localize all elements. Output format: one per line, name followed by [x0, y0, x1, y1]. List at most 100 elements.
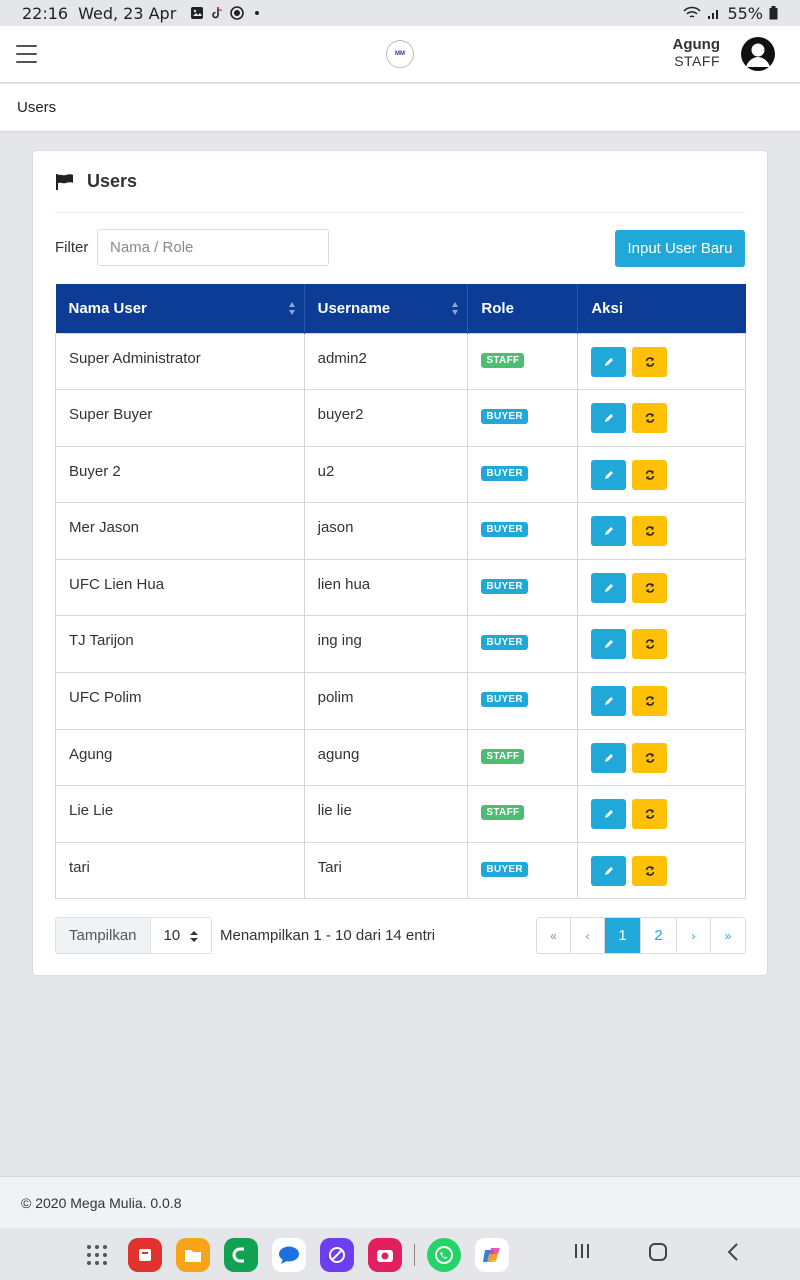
reset-password-button[interactable] [632, 686, 668, 717]
table-row: TJ Tarijon ing ing BUYER [55, 615, 746, 674]
table-row: Super Buyer buyer2 BUYER [55, 389, 746, 447]
cell-nama-user: Buyer 2 [55, 445, 305, 504]
cell-nama-user: TJ Tarijon [55, 615, 305, 674]
recent-apps-icon[interactable] [573, 1242, 591, 1260]
card-header: Users [55, 171, 137, 192]
cell-role: STAFF [467, 728, 579, 787]
user-info[interactable]: Agung STAFF [673, 36, 720, 70]
column-header-nama-user[interactable]: Nama User [55, 284, 305, 333]
files-app-icon[interactable] [176, 1238, 210, 1272]
edit-button[interactable] [591, 572, 627, 603]
hamburger-menu-icon[interactable] [16, 45, 37, 63]
edit-button[interactable] [591, 855, 627, 886]
status-date: Wed, 23 Apr [78, 3, 177, 23]
cell-aksi [577, 841, 746, 900]
cell-username: jason [303, 502, 469, 560]
cell-role: BUYER [467, 389, 579, 447]
pencil-icon [604, 697, 613, 706]
cell-username: admin2 [303, 332, 469, 391]
pencil-icon [604, 414, 613, 423]
cell-nama-user: Lie Lie [55, 785, 305, 843]
user-avatar-icon[interactable] [741, 37, 775, 71]
android-nav-bar [0, 1228, 800, 1280]
reset-password-button[interactable] [632, 629, 668, 660]
dot-icon [255, 11, 260, 15]
browser-app-icon[interactable] [320, 1238, 354, 1272]
reset-password-button[interactable] [632, 346, 668, 377]
cell-aksi [577, 332, 746, 391]
copilot-app-icon[interactable] [475, 1238, 509, 1272]
cell-aksi [577, 558, 746, 617]
edit-button[interactable] [591, 346, 627, 377]
pagination: « ‹ 1 2 › » [536, 917, 746, 954]
pencil-icon [604, 753, 613, 762]
input-user-baru-button[interactable]: Input User Baru [615, 230, 745, 267]
flag-icon [56, 173, 73, 190]
edit-button[interactable] [591, 516, 627, 547]
cell-nama-user: Agung [55, 728, 305, 787]
reset-password-button[interactable] [632, 799, 668, 830]
table-row: Lie Lie lie lie STAFF [55, 785, 746, 843]
column-header-username[interactable]: Username [304, 284, 469, 333]
messages-app-icon[interactable] [272, 1238, 306, 1272]
edit-button[interactable] [591, 799, 627, 830]
user-name: Agung [672, 36, 720, 53]
page-size-select[interactable]: 10 [150, 918, 211, 953]
role-badge: BUYER [481, 465, 528, 481]
refresh-icon [645, 526, 655, 536]
top-navbar: MM Agung STAFF [0, 26, 800, 83]
page-button-1[interactable]: 1 [605, 918, 641, 953]
status-bar: 22:16 Wed, 23 Apr 55% [0, 0, 800, 26]
page-size-value: 10 [163, 927, 181, 944]
cell-nama-user: UFC Lien Hua [55, 558, 305, 617]
reset-password-button[interactable] [632, 516, 668, 547]
edit-button[interactable] [591, 403, 627, 434]
reset-password-button[interactable] [632, 459, 668, 490]
role-badge: STAFF [481, 805, 525, 821]
page-button-2[interactable]: 2 [641, 918, 677, 953]
battery-percent: 55% [727, 3, 763, 23]
edit-button[interactable] [591, 686, 627, 717]
cell-nama-user: Super Buyer [55, 389, 305, 447]
next-page-button[interactable]: › [677, 918, 711, 953]
last-page-button[interactable]: » [711, 918, 745, 953]
card-title: Users [87, 171, 138, 191]
footer-text: © 2020 Mega Mulia. 0.0.8 [21, 1195, 182, 1211]
filter-label: Filter [55, 239, 89, 256]
camera-app-icon[interactable] [368, 1238, 402, 1272]
cell-aksi [577, 615, 746, 674]
pencil-icon [604, 640, 613, 649]
back-icon[interactable] [726, 1242, 740, 1262]
prev-page-button[interactable]: ‹ [571, 918, 605, 953]
role-badge: BUYER [481, 635, 528, 651]
battery-icon [769, 6, 778, 20]
cell-username: polim [303, 672, 469, 730]
notes-app-icon[interactable] [128, 1238, 162, 1272]
role-badge: STAFF [481, 748, 525, 764]
cell-nama-user: Mer Jason [55, 502, 305, 560]
cell-nama-user: Super Administrator [55, 332, 305, 391]
reset-password-button[interactable] [632, 403, 668, 434]
column-header-label: Nama User [68, 299, 147, 317]
breadcrumb: Users [0, 84, 800, 132]
home-icon[interactable] [648, 1242, 668, 1262]
reset-password-button[interactable] [632, 572, 668, 603]
app-drawer-icon[interactable] [80, 1238, 114, 1272]
cell-username: u2 [303, 445, 469, 504]
column-header-aksi: Aksi [577, 284, 746, 333]
edit-button[interactable] [591, 459, 627, 490]
role-badge: BUYER [481, 409, 528, 425]
brand-logo[interactable]: MM [386, 40, 414, 68]
refresh-icon [645, 809, 655, 819]
whatsapp-app-icon[interactable] [427, 1238, 461, 1272]
edit-button[interactable] [591, 629, 627, 660]
first-page-button[interactable]: « [537, 918, 571, 953]
reset-password-button[interactable] [632, 742, 668, 773]
edit-button[interactable] [591, 742, 627, 773]
reset-password-button[interactable] [632, 855, 668, 886]
role-badge: BUYER [481, 861, 528, 877]
filter-input[interactable] [97, 229, 329, 266]
cell-role: STAFF [467, 332, 579, 391]
phone-app-icon[interactable] [224, 1238, 258, 1272]
cell-role: BUYER [467, 672, 579, 730]
